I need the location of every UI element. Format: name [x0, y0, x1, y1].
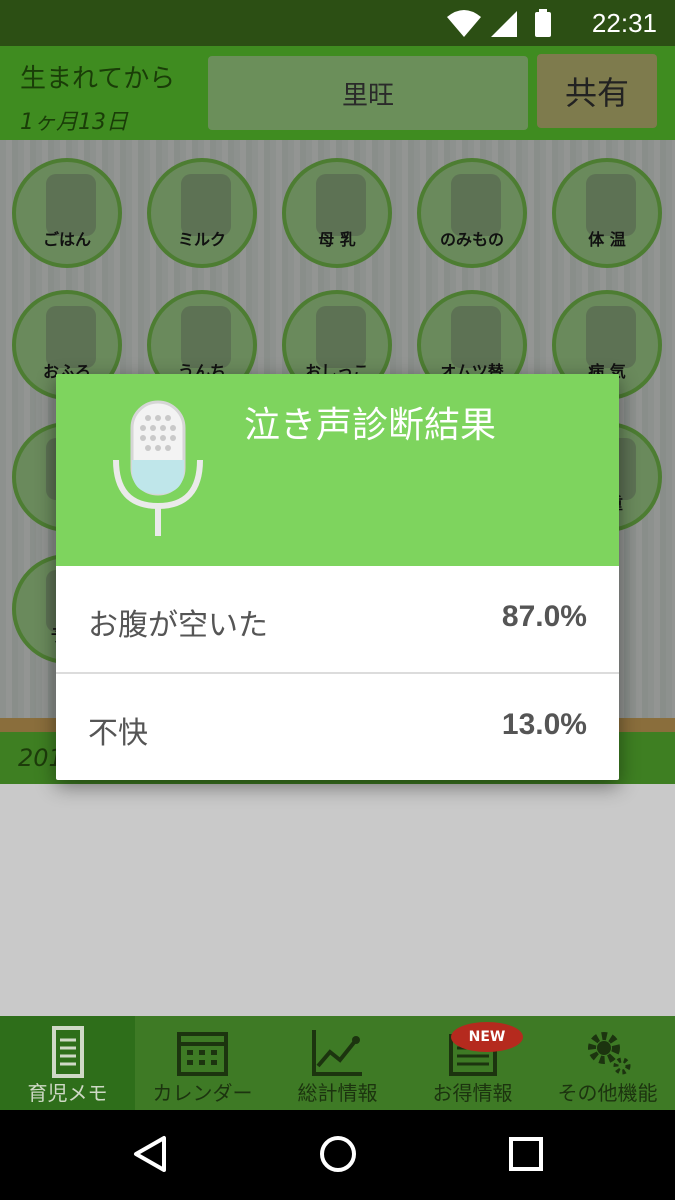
tab-label: 総計情報: [297, 1081, 378, 1105]
breastmilk-label: 母 乳: [318, 230, 356, 249]
child-name-selector[interactable]: 里旺: [208, 56, 528, 130]
bottom-tab-bar: 育児メモ カレンダー 総計情報 NEW お得情報 その他機能: [0, 1016, 675, 1110]
wifi-icon: [447, 10, 481, 37]
breastmilk-button[interactable]: 母 乳: [282, 158, 392, 268]
tab-label: カレンダー: [152, 1081, 253, 1105]
tab-label: お得情報: [432, 1081, 513, 1105]
dialog-title: 泣き声診断結果: [244, 405, 497, 446]
cry-diagnosis-dialog: 泣き声診断結果 お腹が空いた 87.0% 不快 13.0%: [56, 374, 619, 780]
drink-button[interactable]: のみもの: [417, 158, 527, 268]
since-birth-label: 生まれてから: [20, 64, 176, 94]
temperature-label: 体 温: [588, 230, 626, 249]
dim-overlay[interactable]: [0, 784, 675, 1016]
chart-icon: [312, 1030, 362, 1076]
app-header: 生まれてから 1ヶ月13日 里旺 共有: [0, 46, 675, 140]
status-icons: [447, 9, 551, 37]
milk-button[interactable]: ミルク: [147, 158, 257, 268]
result-value: 87.0%: [501, 600, 587, 633]
temperature-button[interactable]: 体 温: [552, 158, 662, 268]
result-label: お腹が空いた: [88, 608, 268, 643]
signal-icon: [491, 11, 517, 37]
recents-icon[interactable]: [506, 1134, 546, 1174]
gear-icon: [588, 1032, 631, 1075]
share-button[interactable]: 共有: [537, 54, 657, 128]
home-icon[interactable]: [318, 1134, 358, 1174]
tab-other-features[interactable]: その他機能: [540, 1016, 675, 1110]
microphone-icon: [113, 400, 203, 536]
battery-icon: [535, 12, 551, 37]
result-label: 不快: [88, 716, 148, 751]
result-row: お腹が空いた 87.0%: [56, 566, 619, 672]
result-value: 13.0%: [501, 708, 587, 741]
system-nav-bar: [0, 1110, 675, 1200]
back-icon[interactable]: [130, 1134, 170, 1174]
tab-statistics[interactable]: 総計情報: [270, 1016, 405, 1110]
new-badge: NEW: [451, 1022, 523, 1052]
tab-label: その他機能: [557, 1081, 658, 1105]
memo-icon: [52, 1026, 84, 1078]
drink-label: のみもの: [439, 230, 504, 249]
status-bar: 22:31: [0, 0, 675, 46]
share-label: 共有: [564, 74, 629, 112]
child-name: 里旺: [341, 80, 394, 111]
meal-button[interactable]: ごはん: [12, 158, 122, 268]
calendar-icon: [177, 1032, 228, 1076]
meal-label: ごはん: [42, 230, 91, 249]
tab-calendar[interactable]: カレンダー: [135, 1016, 270, 1110]
tab-deals[interactable]: NEW お得情報: [405, 1016, 540, 1110]
tab-childcare-memo[interactable]: 育児メモ: [0, 1016, 135, 1110]
status-time: 22:31: [591, 8, 657, 38]
dialog-header: 泣き声診断結果: [56, 374, 619, 566]
age-label: 1ヶ月13日: [20, 110, 128, 135]
tab-label: 育児メモ: [27, 1081, 108, 1105]
milk-label: ミルク: [177, 230, 226, 249]
result-row: 不快 13.0%: [56, 674, 619, 780]
